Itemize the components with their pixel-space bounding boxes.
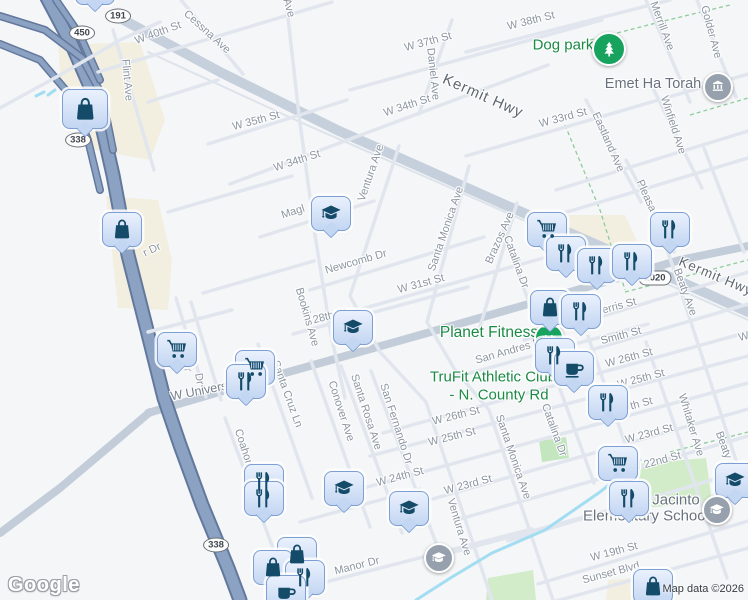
graduation-cap-marker[interactable] [702,495,732,528]
institution-marker[interactable] [703,72,733,105]
restaurant-pin[interactable] [588,384,628,428]
shopping-bag-icon [69,95,102,123]
map-canvas[interactable]: W 40th St Cessna Ave Flint Ave W 38th St W 3… [0,0,748,600]
graduation-cap-icon [721,468,748,492]
shopping-bag-pin[interactable] [62,89,108,137]
tree-icon [599,39,619,59]
map-data-attribution: Map data ©2026 [662,583,745,595]
institution-icon [709,78,727,96]
graduation-cap-pin[interactable] [333,309,373,353]
route-shield-191: 191 [105,8,131,24]
restaurant-icon [656,217,684,241]
restaurant-icon [615,486,643,510]
shopping-bag-pin[interactable] [633,568,673,600]
pond-mark-1 [34,90,46,98]
sw-diagonal-rd [0,408,154,537]
restaurant-icon [583,253,611,277]
shopping-bag-icon [108,217,136,241]
left-st [146,308,234,334]
route-shield-338: 338 [203,537,229,553]
restaurant-pin[interactable] [609,480,649,524]
shopping-cart-pin[interactable] [598,445,638,489]
poi-label-dog-park[interactable]: Dog park [533,37,594,54]
restaurant-icon [567,299,595,323]
restaurant-icon [250,486,278,510]
street-label-dr: Dr [192,372,206,386]
restaurant-icon [594,390,622,414]
poi-label-n-county-rd[interactable]: - N. County Rd [449,387,548,404]
restaurant-pin[interactable] [577,247,617,291]
graduation-cap-pin[interactable] [389,490,429,534]
w-37th-st [348,18,604,92]
pond-mark-2 [46,88,57,97]
graduation-cap-icon [430,549,448,567]
shopping-bag-icon [536,295,564,319]
ne-st-1 [554,129,748,192]
shopping-cart-icon [533,217,561,241]
graduation-cap-marker[interactable] [424,543,454,576]
graduation-cap-pin[interactable] [311,195,351,239]
coffee-icon [560,356,588,380]
graduation-cap-pin[interactable] [324,470,364,514]
park-bottom [486,570,536,600]
shopping-bag-icon [639,574,667,598]
shopping-cart-icon [604,451,632,475]
shopping-bag-icon [283,542,311,566]
restaurant-icon [618,249,646,273]
tree-marker[interactable] [592,32,626,69]
restaurant-icon [232,369,260,393]
restaurant-pin[interactable] [561,293,601,337]
poi-label-jacinto[interactable]: Jacinto [652,492,700,509]
shopping-cart-icon [163,337,191,361]
poi-label-emet-ha-torah[interactable]: Emet Ha Torah [605,76,701,92]
nw-st-2 [166,174,294,214]
restaurant-pin[interactable] [226,363,266,407]
graduation-cap-pin[interactable] [715,462,748,506]
shopping-bag-pin[interactable] [102,211,142,255]
graduation-cap-icon [317,201,345,225]
google-logo[interactable]: Google [8,574,80,597]
restaurant-pin[interactable] [612,243,652,287]
graduation-cap-icon [339,315,367,339]
coffee-pin[interactable] [554,350,594,394]
graduation-cap-icon [708,501,726,519]
coffee-icon [272,580,300,600]
graduation-cap-icon [395,496,423,520]
poi-label-planet-fitness[interactable]: Planet Fitness [440,324,538,342]
shopping-cart-pin[interactable] [157,331,197,375]
shopping-bag-pin[interactable] [75,0,115,13]
graduation-cap-icon [330,476,358,500]
restaurant-pin[interactable] [650,211,690,255]
nw-st-1 [146,78,220,104]
route-shield-450: 450 [69,25,95,41]
restaurant-pin[interactable] [244,480,284,524]
shopping-bag-icon [259,555,287,579]
restaurant-icon [552,241,580,265]
